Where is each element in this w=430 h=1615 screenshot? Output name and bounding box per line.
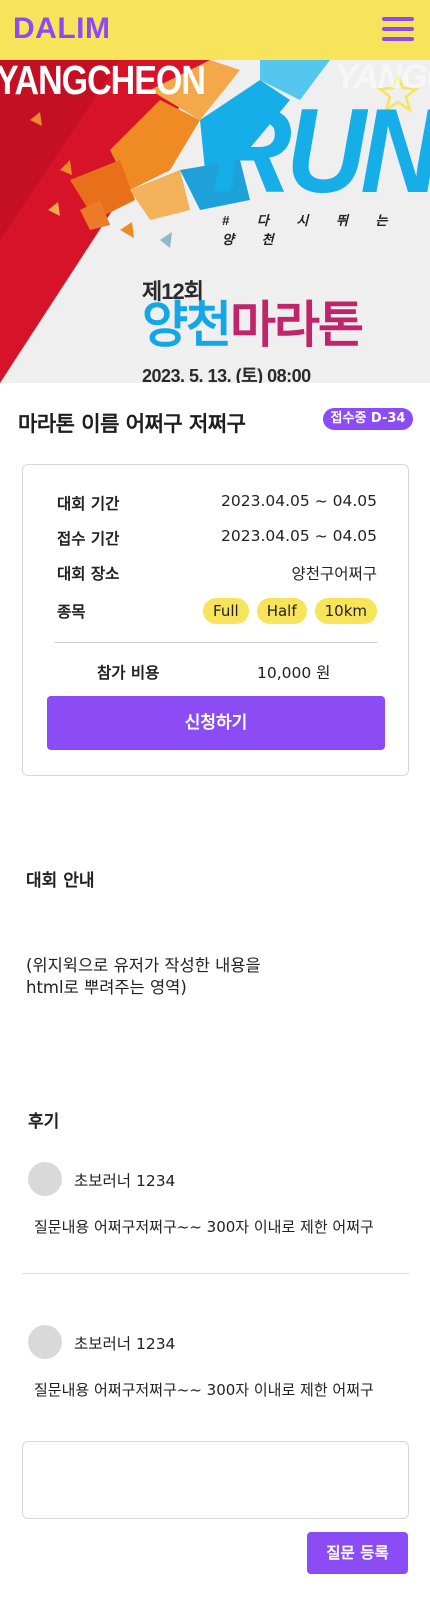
- review-item: 초보러너 1234 질문내용 어쩌구저쩌구~~ 300자 이내로 제한 어쩌구: [28, 1325, 408, 1405]
- review-item: 초보러너 1234 질문내용 어쩌구저쩌구~~ 300자 이내로 제한 어쩌구: [28, 1162, 408, 1242]
- race-info-card: 대회 기간 2023.04.05 ~ 04.05 접수 기간 2023.04.0…: [22, 464, 409, 776]
- category-pills: Full Half 10km: [203, 598, 377, 624]
- guide-line: (위지윅으로 유저가 작성한 내용을: [26, 956, 261, 975]
- category-pill-full: Full: [203, 598, 249, 624]
- review-author: 초보러너 1234: [74, 1335, 176, 1353]
- review-text: 질문내용 어쩌구저쩌구~~ 300자 이내로 제한 어쩌구: [34, 1381, 374, 1399]
- review-divider: [22, 1273, 409, 1274]
- category-pill-10km: 10km: [314, 598, 377, 624]
- info-value: 2023.04.05 ~ 04.05: [221, 492, 377, 510]
- info-row-venue: 대회 장소 양천구어쩌구: [57, 562, 377, 586]
- info-value: 양천구어쩌구: [291, 565, 377, 583]
- info-row-categories: 종목 Full Half 10km: [57, 598, 377, 624]
- question-input[interactable]: [22, 1441, 409, 1519]
- banner-run-text: RUN: [212, 84, 430, 218]
- banner-tagline: # 다 시 뛰 는 양 천: [222, 213, 400, 247]
- banner-yangcheon-text: YANGCHEON: [0, 60, 206, 104]
- fee-label: 참가 비용: [97, 664, 160, 682]
- info-row-registration-period: 접수 기간 2023.04.05 ~ 04.05: [57, 527, 377, 551]
- fee-value: 10,000 원: [257, 664, 331, 682]
- guide-line: html로 뿌려주는 영역): [26, 978, 187, 997]
- top-header: DALIM: [0, 0, 430, 60]
- guide-content: (위지윅으로 유저가 작성한 내용을 html로 뿌려주는 영역): [26, 955, 326, 999]
- hamburger-menu-icon[interactable]: [382, 17, 416, 43]
- info-row-event-period: 대회 기간 2023.04.05 ~ 04.05: [57, 492, 377, 516]
- avatar: [28, 1162, 62, 1196]
- reviews-heading: 후기: [28, 1112, 60, 1132]
- banner-title-part2: 마라톤: [230, 297, 364, 353]
- info-value: 2023.04.05 ~ 04.05: [221, 527, 377, 545]
- info-label: 종목: [57, 603, 86, 621]
- banner-title: 양천마라톤: [142, 297, 364, 353]
- card-divider: [55, 642, 377, 643]
- category-pill-half: Half: [256, 598, 307, 624]
- info-label: 접수 기간: [57, 530, 120, 548]
- info-label: 대회 기간: [57, 495, 120, 513]
- apply-button[interactable]: 신청하기: [47, 696, 385, 750]
- avatar: [28, 1325, 62, 1359]
- review-text: 질문내용 어쩌구저쩌구~~ 300자 이내로 제한 어쩌구: [34, 1218, 374, 1236]
- banner-title-part1: 양천: [142, 297, 232, 353]
- logo[interactable]: DALIM: [13, 12, 110, 46]
- event-banner: YANGCHEON YANGCHEON RUN # 다 시 뛰 는 양 천 제1…: [0, 60, 430, 383]
- guide-heading: 대회 안내: [26, 871, 95, 891]
- status-badge: 접수중 D-34: [323, 408, 413, 430]
- info-label: 대회 장소: [57, 565, 120, 583]
- banner-date: 2023. 5. 13. (토) 08:00: [142, 366, 311, 383]
- submit-question-button[interactable]: 질문 등록: [307, 1532, 408, 1574]
- race-title: 마라톤 이름 어쩌구 저쩌구: [18, 412, 246, 436]
- review-author: 초보러너 1234: [74, 1172, 176, 1190]
